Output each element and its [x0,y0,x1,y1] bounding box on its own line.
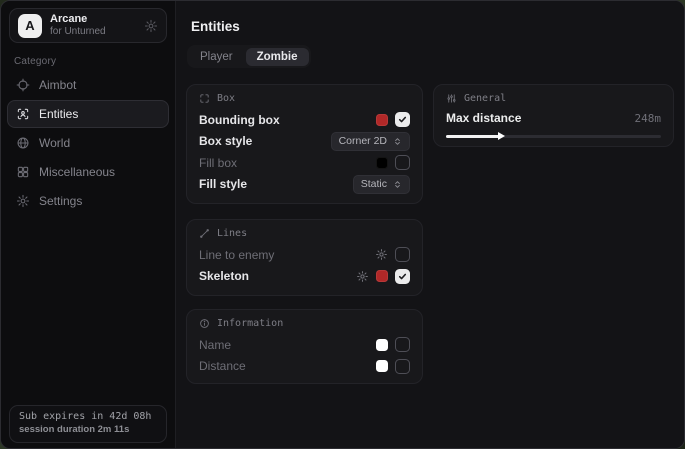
slider-track [446,135,661,138]
gear-icon[interactable] [375,248,388,261]
box-card-header: Box [199,93,410,104]
box-card-title: Box [217,93,235,104]
dropdown-value: Corner 2D [339,135,387,147]
grid-icon [16,165,30,179]
sidebar-item-label: World [39,136,70,150]
entity-tabs: Player Zombie [187,45,311,68]
lines-card-header: Lines [199,228,410,239]
app-subtitle: for Unturned [50,26,106,38]
sub-expires-text: Sub expires in 42d 08h [19,411,157,422]
sliders-icon [446,93,457,104]
setting-label: Fill style [199,177,247,191]
information-card-title: Information [217,318,283,329]
fill-box-checkbox[interactable] [395,155,410,170]
color-swatch[interactable] [376,339,388,351]
sidebar-item-miscellaneous[interactable]: Miscellaneous [7,158,169,186]
setting-label: Bounding box [199,113,280,127]
slider-thumb[interactable] [498,132,505,140]
main-content: Entities Player Zombie Box Bounding box [177,1,684,448]
color-swatch[interactable] [376,360,388,372]
setting-label: Fill box [199,156,237,170]
skeleton-checkbox[interactable] [395,269,410,284]
setting-row-skeleton: Skeleton [199,266,410,288]
setting-row-fill-box: Fill box [199,152,410,174]
setting-label: Skeleton [199,269,249,283]
sidebar-item-label: Entities [39,107,78,121]
subscription-footer-card: Sub expires in 42d 08h session duration … [9,405,167,443]
dropdown-value: Static [361,178,387,190]
sidebar-item-label: Miscellaneous [39,165,115,179]
app-title-block: Arcane for Unturned [50,13,106,39]
app-logo: A [18,14,42,38]
setting-row-distance: Distance [199,356,410,378]
information-card-header: Information [199,318,410,329]
app-name: Arcane [50,13,106,27]
category-label: Category [14,56,56,67]
max-distance-slider[interactable] [446,130,661,142]
setting-row-name: Name [199,334,410,356]
setting-row-fill-style: Fill style Static [199,174,410,196]
slider-fill [446,135,500,138]
general-card-title: General [464,93,506,104]
sidebar-item-settings[interactable]: Settings [7,187,169,215]
box-style-dropdown[interactable]: Corner 2D [331,132,410,151]
distance-checkbox[interactable] [395,359,410,374]
sidebar-item-label: Settings [39,194,82,208]
sidebar: A Arcane for Unturned Category [1,1,176,448]
setting-row-bounding-box: Bounding box [199,109,410,131]
chevron-up-down-icon [393,136,402,147]
scan-person-icon [16,107,30,121]
sidebar-item-entities[interactable]: Entities [7,100,169,128]
tab-player[interactable]: Player [189,48,244,66]
setting-label: Distance [199,359,246,373]
gear-icon[interactable] [144,19,158,33]
info-circle-icon [199,318,210,329]
fill-style-dropdown[interactable]: Static [353,175,410,194]
color-swatch[interactable] [376,114,388,126]
gear-icon[interactable] [356,270,369,283]
session-duration-text: session duration 2m 11s [19,424,157,435]
lines-card-title: Lines [217,228,247,239]
setting-row-max-distance: Max distance 248m [446,109,661,127]
line-to-enemy-checkbox[interactable] [395,247,410,262]
max-distance-value: 248m [635,112,662,125]
setting-label: Name [199,338,231,352]
sidebar-menu: Aimbot Entities World [7,71,169,215]
general-card-header: General [446,93,661,104]
gear-icon [16,194,30,208]
name-checkbox[interactable] [395,337,410,352]
color-swatch[interactable] [376,157,388,169]
information-card: Information Name Distance [186,309,423,384]
app-header-card: A Arcane for Unturned [9,8,167,43]
lines-card: Lines Line to enemy Skeleton [186,219,423,296]
sidebar-item-aimbot[interactable]: Aimbot [7,71,169,99]
general-card: General Max distance 248m [433,84,674,147]
app-window: A Arcane for Unturned Category [0,0,685,449]
tab-zombie[interactable]: Zombie [246,48,309,66]
box-corners-icon [199,93,210,104]
bounding-box-checkbox[interactable] [395,112,410,127]
setting-label: Box style [199,134,252,148]
setting-label: Line to enemy [199,248,274,262]
setting-label: Max distance [446,111,521,125]
page-title: Entities [191,19,240,34]
chevron-up-down-icon [393,179,402,190]
setting-row-line-to-enemy: Line to enemy [199,244,410,266]
setting-row-box-style: Box style Corner 2D [199,131,410,153]
globe-icon [16,136,30,150]
diagonal-line-icon [199,228,210,239]
sidebar-item-world[interactable]: World [7,129,169,157]
sidebar-item-label: Aimbot [39,78,76,92]
color-swatch[interactable] [376,270,388,282]
crosshair-icon [16,78,30,92]
box-card: Box Bounding box Box style Corner 2D [186,84,423,204]
